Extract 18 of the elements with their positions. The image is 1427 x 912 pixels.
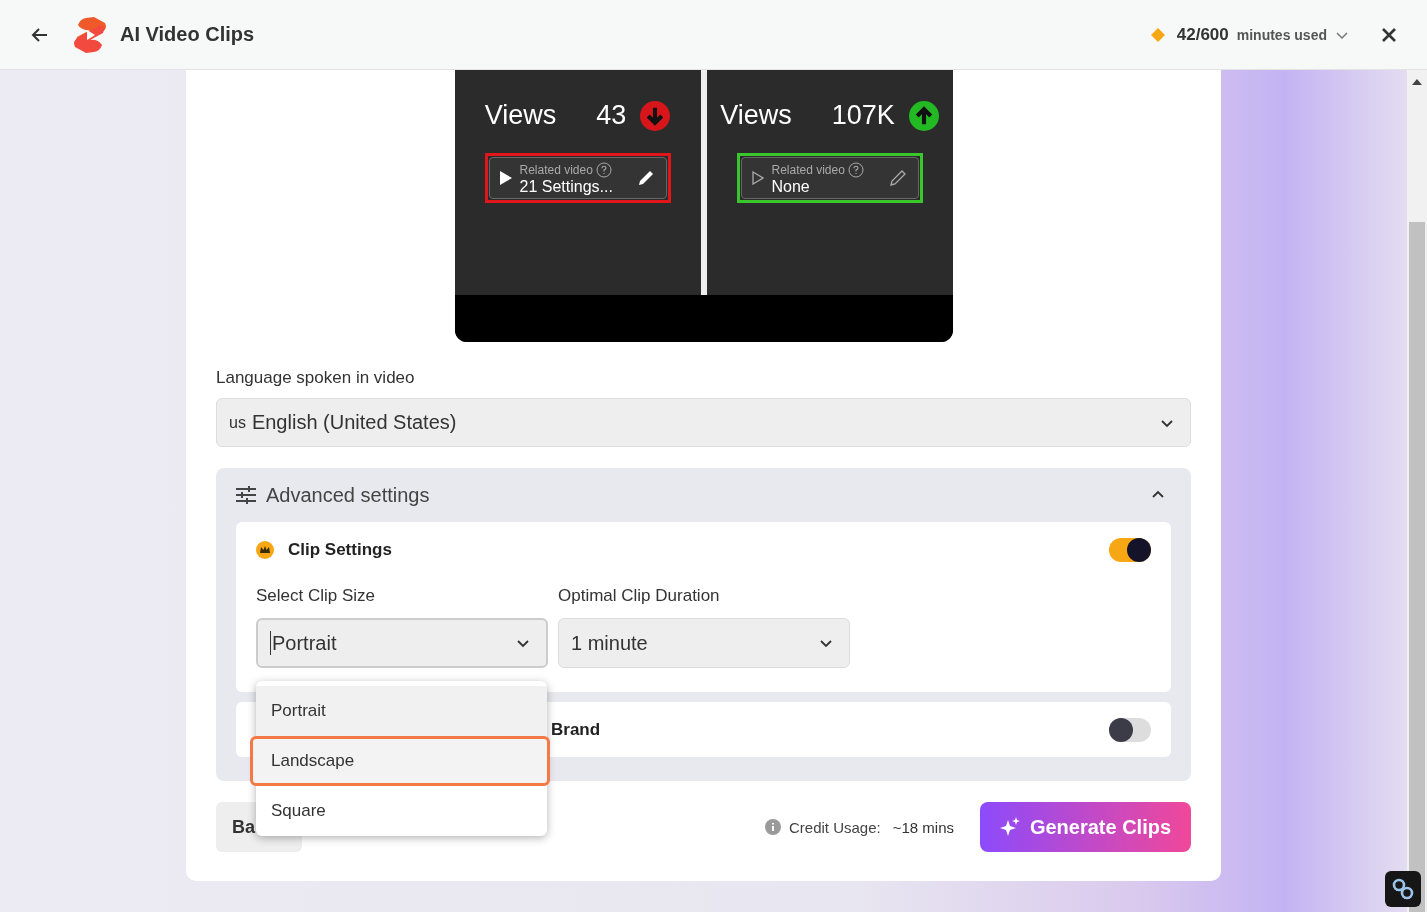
credit-value: ~18 mins (892, 818, 954, 836)
section-title: Clip Settings (288, 540, 392, 560)
section-title: Brand (551, 719, 601, 740)
field-label: Optimal Clip Duration (558, 586, 721, 606)
views-count: 107K (831, 100, 895, 131)
views-label: Views (720, 100, 792, 131)
views-label: Views (484, 100, 557, 131)
related-video-label: Related video (519, 162, 593, 177)
usage-label: minutes used (1236, 26, 1327, 43)
related-video-label: Related video (771, 162, 845, 177)
credit-label: Credit Usage: (789, 818, 881, 836)
usage-count: 42/600 (1176, 24, 1229, 45)
related-video-value: None (771, 177, 811, 195)
views-count: 43 (596, 100, 627, 131)
related-video-value: 21 Settings... (519, 177, 614, 195)
app-title: AI Video Clips (120, 23, 255, 46)
field-label: Select Clip Size (256, 586, 377, 606)
field-label: Language spoken in video (216, 368, 416, 388)
